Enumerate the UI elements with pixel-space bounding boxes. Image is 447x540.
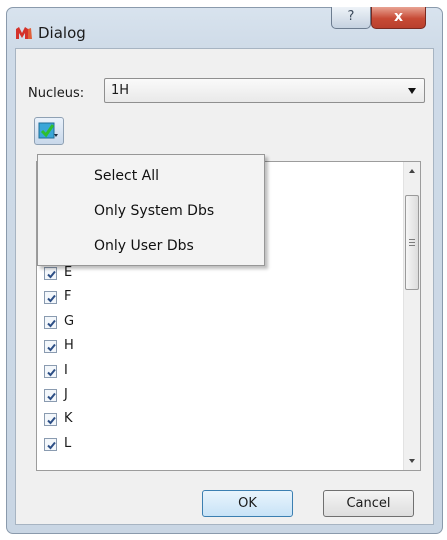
list-item-label: L xyxy=(64,435,72,451)
checkbox[interactable] xyxy=(44,340,57,354)
nucleus-select[interactable]: 1H xyxy=(104,78,425,103)
list-item-label: E xyxy=(64,265,73,280)
checkbox[interactable] xyxy=(44,315,57,329)
menu-item-select-all[interactable]: Select All xyxy=(94,168,159,184)
vertical-scrollbar[interactable] xyxy=(403,162,420,470)
scroll-down-arrow-icon[interactable] xyxy=(404,453,420,470)
select-menu-button[interactable] xyxy=(34,117,64,145)
scroll-up-arrow-icon[interactable] xyxy=(404,162,420,179)
list-item-label: G xyxy=(64,313,75,329)
select-popup-menu: Select All Only System Dbs Only User Dbs xyxy=(37,154,265,266)
list-item[interactable]: L xyxy=(37,433,397,457)
app-logo-icon xyxy=(16,27,32,40)
checkbox[interactable] xyxy=(44,291,57,305)
list-item[interactable]: J xyxy=(37,384,397,408)
dialog-body: Nucleus: 1H EFGHIJKL Select All Only Sys… xyxy=(15,48,434,525)
checkbox[interactable] xyxy=(44,389,57,402)
title-bar[interactable]: Dialog ? x xyxy=(7,7,442,48)
list-item-label: F xyxy=(64,289,72,305)
list-item[interactable]: F xyxy=(37,286,397,310)
chevron-down-icon xyxy=(408,88,416,94)
checkbox[interactable] xyxy=(44,437,57,451)
green-check-icon xyxy=(38,122,58,139)
menu-item-only-system-dbs[interactable]: Only System Dbs xyxy=(94,203,214,219)
dialog-window: Dialog ? x Nucleus: 1H EFGHIJKL Select A… xyxy=(6,7,443,534)
list-item-label: H xyxy=(64,338,74,354)
nucleus-selected-value: 1H xyxy=(111,83,130,98)
list-item[interactable]: H xyxy=(37,335,397,359)
nucleus-label: Nucleus: xyxy=(28,86,85,101)
list-item-label: I xyxy=(64,362,68,378)
checkbox[interactable] xyxy=(44,413,57,427)
ok-button[interactable]: OK xyxy=(202,490,293,517)
list-item[interactable]: G xyxy=(37,311,397,335)
menu-item-only-user-dbs[interactable]: Only User Dbs xyxy=(94,238,194,254)
list-item[interactable]: K xyxy=(37,408,397,432)
cancel-button[interactable]: Cancel xyxy=(323,490,414,517)
checkbox[interactable] xyxy=(44,267,57,280)
window-title: Dialog xyxy=(38,24,86,42)
list-item-label: J xyxy=(64,387,68,402)
close-button[interactable]: x xyxy=(371,7,426,29)
help-button[interactable]: ? xyxy=(331,7,371,29)
checkbox[interactable] xyxy=(44,364,57,378)
list-item[interactable]: I xyxy=(37,360,397,384)
scroll-thumb[interactable] xyxy=(405,195,419,290)
list-item-label: K xyxy=(64,411,73,427)
